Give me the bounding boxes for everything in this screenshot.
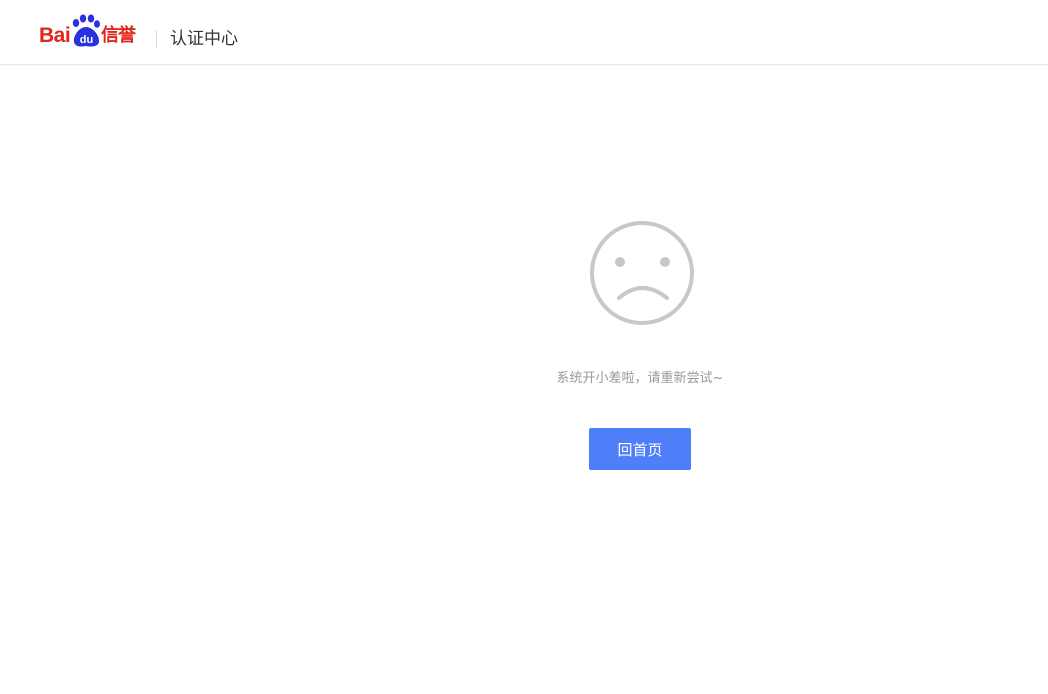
header-divider xyxy=(156,30,157,48)
home-button[interactable]: 回首页 xyxy=(589,428,691,470)
baidu-xinyu-logo[interactable]: Bai du 信誉 xyxy=(39,14,143,50)
logo-paw-text: du xyxy=(80,34,93,46)
error-message: 系统开小差啦，请重新尝试~ xyxy=(556,371,724,386)
header: Bai du 信誉 认证中心 xyxy=(0,0,1048,65)
page: Bai du 信誉 认证中心 系统开小差啦，请重新尝试~ 回首页 xyxy=(0,0,1048,694)
baidu-paw-icon: du xyxy=(70,14,102,48)
logo-text-bai: Bai xyxy=(39,24,71,47)
page-title: 认证中心 xyxy=(170,29,238,49)
logo-text-xinyu: 信誉 xyxy=(101,25,136,46)
sad-face-icon xyxy=(589,220,695,330)
